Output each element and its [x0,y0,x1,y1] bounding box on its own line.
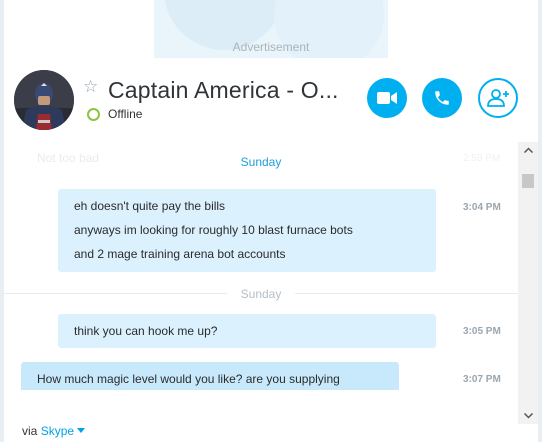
message-timestamp: 3:05 PM [463,326,501,337]
message-text: think you can hook me up? [74,324,218,338]
presence-offline-icon [87,108,100,121]
via-label: via [22,424,38,438]
message-bubble-outgoing[interactable]: think you can hook me up? [58,314,436,348]
message-bubble-incoming[interactable]: How much magic level would you like? are… [21,362,399,390]
advertisement-label: Advertisement [232,40,310,54]
advertisement-banner[interactable]: Advertisement [154,0,388,58]
send-via-selector[interactable]: via Skype [22,424,86,438]
message-text: How much magic level would you like? are… [37,372,340,386]
day-separator: Sunday [226,287,296,301]
message-text: anyways im looking for roughly 10 blast … [74,223,353,237]
day-separator-wrap: Sunday [4,287,518,301]
contact-avatar[interactable] [14,70,74,130]
message-text: eh doesn't quite pay the bills [74,199,226,213]
video-camera-icon [377,92,397,104]
network-link[interactable]: Skype [41,424,74,438]
add-person-icon [487,89,509,107]
conversation-header: ☆ Captain America - O... Offline [4,62,542,142]
add-people-button[interactable] [478,78,518,118]
message-timestamp: 3:04 PM [463,202,501,213]
contact-name[interactable]: Captain America - O... [108,77,339,104]
message-text: and 2 mage training arena bot accounts [74,247,286,261]
favorite-star-icon[interactable]: ☆ [83,77,98,97]
scrollbar-thumb[interactable] [522,174,534,188]
avatar-image [14,70,74,130]
dropdown-caret-icon[interactable] [77,428,86,433]
scroll-down-arrow-icon[interactable] [518,408,538,424]
audio-call-button[interactable] [422,78,462,118]
presence-status: Offline [108,107,143,121]
message-bubble-outgoing[interactable]: eh doesn't quite pay the bills anyways i… [58,189,436,272]
chat-scrollbar[interactable] [518,142,538,424]
message-history[interactable]: Not too bad 2:59 PM Sunday eh doesn't qu… [4,142,518,390]
video-call-button[interactable] [367,78,407,118]
window-frame-right [538,0,542,442]
message-timestamp: 3:07 PM [463,374,501,385]
day-separator: Sunday [240,155,282,169]
phone-icon [435,91,449,105]
composer-footer: via Skype [4,390,518,442]
scroll-up-arrow-icon[interactable] [518,142,538,158]
